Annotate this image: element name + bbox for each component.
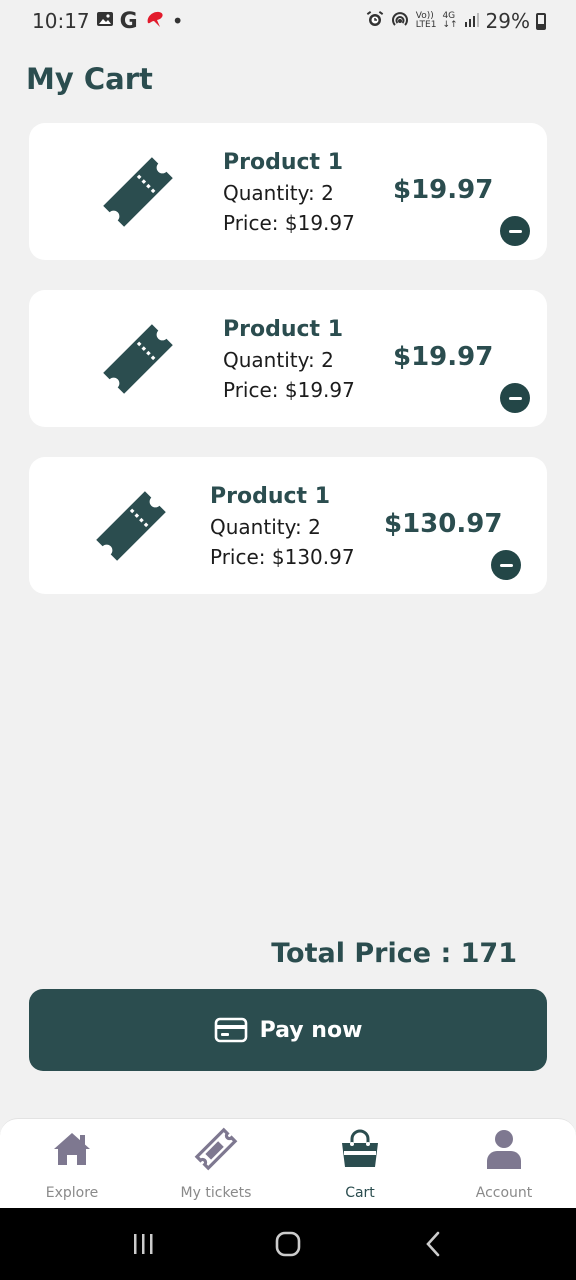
pay-now-button[interactable]: Pay now (29, 989, 547, 1071)
cart-item[interactable]: Product 1 Quantity: 2 Price: $19.97 $19.… (29, 123, 547, 260)
product-quantity: Quantity: 2 (223, 181, 334, 205)
network-type: 4G ↓↑ (442, 11, 458, 30)
volte-indicator: Vo)) LTE1 (415, 11, 437, 30)
status-left: 10:17 G • (32, 9, 184, 34)
back-arrow-icon (426, 1231, 440, 1257)
product-price: Price: $130.97 (210, 545, 355, 569)
battery-icon (536, 12, 546, 30)
item-total: $19.97 (393, 342, 494, 372)
nav-label: Account (475, 1185, 533, 1201)
alarm-icon (366, 9, 384, 33)
back-button[interactable] (403, 1214, 463, 1274)
nav-cart[interactable]: Cart (288, 1119, 432, 1209)
recent-apps-icon (133, 1234, 153, 1254)
system-navigation-bar (0, 1208, 576, 1280)
status-time: 10:17 (32, 9, 90, 33)
item-info: Product 1 Quantity: 2 Price: $19.97 (223, 315, 355, 405)
home-circle-icon (275, 1231, 301, 1257)
pay-now-label: Pay now (259, 1017, 363, 1043)
remove-item-button[interactable] (500, 216, 530, 246)
ticket-icon (103, 157, 173, 227)
nav-label: My tickets (180, 1185, 252, 1201)
google-icon: G (119, 8, 138, 34)
home-icon (54, 1133, 90, 1165)
bottom-navigation: Explore My tickets Cart Account (0, 1118, 576, 1208)
cart-item[interactable]: Product 1 Quantity: 2 Price: $19.97 $19.… (29, 290, 547, 427)
signal-icon (464, 9, 480, 33)
item-info: Product 1 Quantity: 2 Price: $19.97 (223, 148, 355, 238)
ticket-icon (103, 324, 173, 394)
cart-item[interactable]: Product 1 Quantity: 2 Price: $130.97 $13… (29, 457, 547, 594)
nav-account[interactable]: Account (432, 1119, 576, 1209)
credit-card-icon (214, 1017, 247, 1043)
total-price: Total Price : 171 (271, 938, 517, 969)
minus-icon (508, 396, 522, 400)
minus-icon (499, 563, 513, 567)
page-title: My Cart (26, 62, 153, 96)
remove-item-button[interactable] (491, 550, 521, 580)
status-bar: 10:17 G • Vo)) LTE1 4G ↓↑ 29% (0, 0, 576, 42)
battery-percent: 29% (485, 9, 530, 33)
item-info: Product 1 Quantity: 2 Price: $130.97 (210, 482, 355, 572)
product-quantity: Quantity: 2 (210, 515, 321, 539)
item-total: $130.97 (384, 509, 503, 539)
status-right: Vo)) LTE1 4G ↓↑ 29% (366, 9, 546, 33)
nav-label: Cart (345, 1185, 375, 1201)
product-name: Product 1 (210, 484, 331, 509)
remove-item-button[interactable] (500, 383, 530, 413)
product-name: Product 1 (223, 150, 344, 175)
product-price: Price: $19.97 (223, 378, 355, 402)
home-button[interactable] (258, 1214, 318, 1274)
gallery-icon (96, 11, 114, 32)
hotspot-icon (390, 9, 410, 33)
cart-list: Product 1 Quantity: 2 Price: $19.97 $19.… (29, 123, 547, 624)
product-quantity: Quantity: 2 (223, 348, 334, 372)
user-icon (487, 1130, 521, 1169)
nav-my-tickets[interactable]: My tickets (144, 1119, 288, 1209)
nav-explore[interactable]: Explore (0, 1119, 144, 1209)
minus-icon (508, 229, 522, 233)
nav-label: Explore (45, 1185, 99, 1201)
item-total: $19.97 (393, 175, 494, 205)
ticket-icon (194, 1127, 238, 1171)
ticket-icon (96, 491, 166, 561)
airtel-icon (144, 9, 166, 34)
notification-dot: • (171, 9, 184, 33)
product-price: Price: $19.97 (223, 211, 355, 235)
product-name: Product 1 (223, 317, 344, 342)
recent-apps-button[interactable] (113, 1214, 173, 1274)
bag-icon (342, 1129, 378, 1167)
